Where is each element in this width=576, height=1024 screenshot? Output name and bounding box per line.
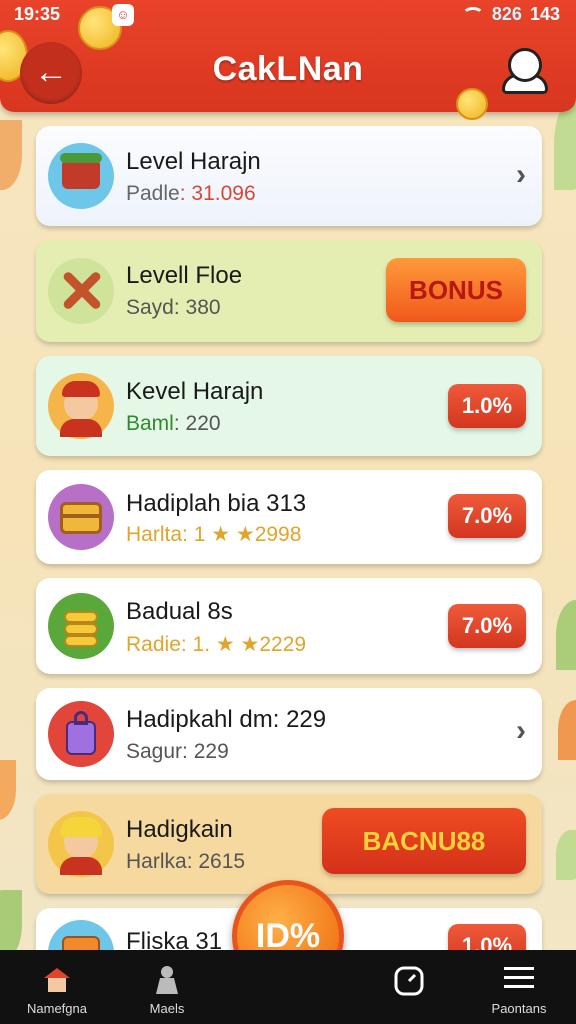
list-item[interactable]: Kevel Harajn Baml: 220 1.0% xyxy=(36,356,542,456)
page-title: CakLNan xyxy=(212,50,364,88)
item-subtitle: Sayd: 380 xyxy=(126,296,221,319)
item-subtitle: Sagur: 229 xyxy=(126,740,229,763)
list-item[interactable]: Level Harajn Padle: 31.096 › xyxy=(36,126,542,226)
item-subtitle: Harlta: 1 ★ ★2998 xyxy=(126,523,302,546)
item-subtitle: Radie: 1. ★ ★2229 xyxy=(126,633,307,656)
coin-decoration-icon xyxy=(456,88,488,120)
percent-button[interactable]: 1.0% xyxy=(448,384,526,428)
item-title: Hadiplah bia 313 xyxy=(126,490,307,517)
nav-item-timer[interactable] xyxy=(354,950,464,1024)
leaf-decoration xyxy=(0,760,16,820)
status-time: 19:35 xyxy=(14,4,61,24)
chevron-right-icon[interactable]: › xyxy=(516,714,526,748)
app-header: ☺ 19:35 826 143 ← CakLNan xyxy=(0,0,576,120)
network-indicator: 826 xyxy=(491,4,522,24)
coin-stack-icon xyxy=(48,593,114,659)
item-subtitle: Baml: 220 xyxy=(126,412,221,435)
wifi-icon xyxy=(461,6,484,23)
nav-label: Maels xyxy=(149,1001,185,1016)
menu-icon xyxy=(504,967,534,988)
nav-item-people[interactable]: Maels xyxy=(112,950,222,1024)
percent-button[interactable]: 7.0% xyxy=(448,494,526,538)
leaf-decoration xyxy=(556,830,576,880)
item-title: Level Harajn xyxy=(126,148,261,175)
chevron-right-icon[interactable]: › xyxy=(516,158,526,192)
item-title: Badual 8s xyxy=(126,598,233,625)
person-icon xyxy=(156,966,178,994)
treasure-chest-icon xyxy=(48,484,114,550)
item-title: Hadipkahl dm: 229 xyxy=(126,706,327,733)
leaf-decoration xyxy=(0,120,22,190)
leaf-decoration xyxy=(558,700,576,760)
list-item[interactable]: Hadiplah bia 313 Harlta: 1 ★ ★2998 7.0% xyxy=(36,470,542,564)
nav-label: Paontans xyxy=(491,1001,547,1016)
bonus-button[interactable]: BACNU88 xyxy=(322,808,526,874)
nav-label: Namefgna xyxy=(27,1001,87,1016)
purple-bag-icon xyxy=(48,701,114,767)
percent-button[interactable]: 7.0% xyxy=(448,604,526,648)
leaf-decoration xyxy=(556,600,576,670)
item-title: Levell Floe xyxy=(126,262,243,289)
list-item[interactable]: Hadigkain Harlka: 2615 BACNU88 xyxy=(36,794,542,894)
boy-avatar-icon xyxy=(48,373,114,439)
bottom-navigation: Namefgna Maels Paontans xyxy=(0,950,576,1024)
nav-item-menu[interactable]: Paontans xyxy=(464,950,574,1024)
crossed-tools-icon xyxy=(48,258,114,324)
list-item[interactable]: Hadipkahl dm: 229 Sagur: 229 › xyxy=(36,688,542,780)
girl-avatar-icon xyxy=(48,811,114,877)
nav-item-home[interactable]: Namefgna xyxy=(2,950,112,1024)
list-item[interactable]: Badual 8s Radie: 1. ★ ★2229 7.0% xyxy=(36,578,542,674)
level-list: Level Harajn Padle: 31.096 › Levell Floe… xyxy=(36,126,542,992)
item-subtitle: Padle: 31.096 xyxy=(126,182,256,205)
timer-icon xyxy=(394,966,424,996)
bonus-button[interactable]: BONUS xyxy=(386,258,526,322)
profile-button[interactable] xyxy=(500,44,550,96)
item-subtitle: Harlka: 2615 xyxy=(126,850,246,873)
list-item[interactable]: Levell Floe Sayd: 380 BONUS xyxy=(36,240,542,342)
home-icon xyxy=(44,968,70,992)
status-bar: 19:35 826 143 xyxy=(0,4,576,28)
item-title: Hadigkain xyxy=(126,816,233,843)
leaf-decoration xyxy=(554,100,576,190)
market-cart-icon xyxy=(48,143,114,209)
battery-indicator: 143 xyxy=(529,4,560,24)
item-title: Kevel Harajn xyxy=(126,378,264,405)
